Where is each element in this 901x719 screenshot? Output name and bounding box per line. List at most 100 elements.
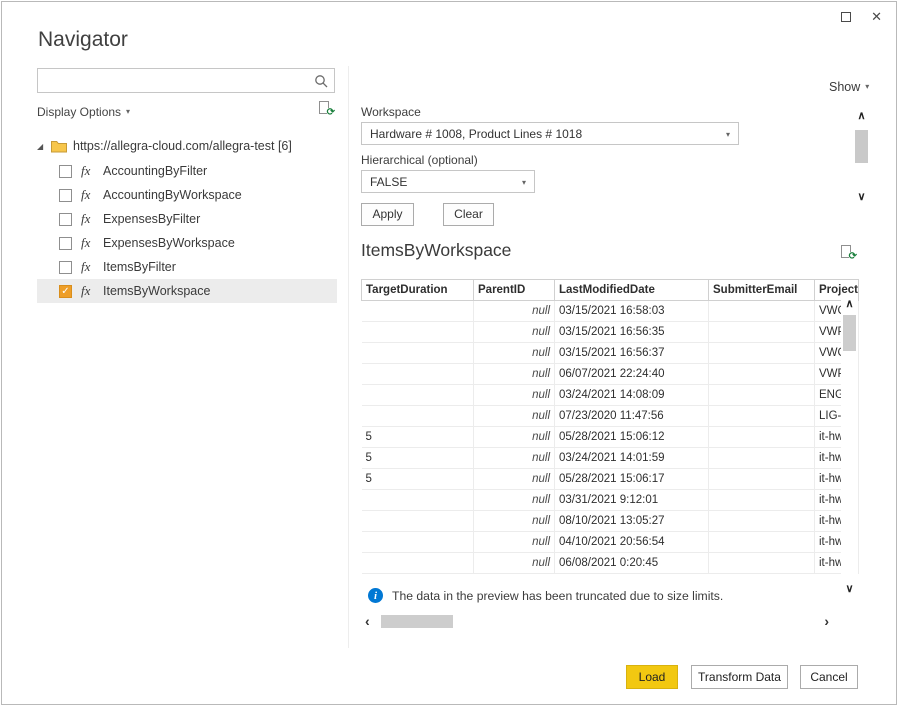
refresh-arrow-icon: ⟳ [327,108,335,118]
refresh-preview-icon[interactable]: ⟳ [841,245,855,261]
tree-item-expensesbyworkspace[interactable]: fxExpensesByWorkspace [37,231,337,255]
table-cell: null [474,406,555,427]
tree-expand-icon[interactable]: ◢ [37,142,51,151]
cancel-button[interactable]: Cancel [800,665,858,689]
hierarchical-dropdown-value: FALSE [370,175,407,189]
table-row: null03/15/2021 16:56:37VWGC-1 [362,343,859,364]
table-cell: null [474,364,555,385]
table-row: null08/10/2021 13:05:27it-hw-5 [362,511,859,532]
checkbox-unchecked[interactable] [59,261,72,274]
scroll-down-icon[interactable]: ∨ [841,584,858,595]
table-cell: 03/15/2021 16:56:35 [555,322,709,343]
tree-root-label: https://allegra-cloud.com/allegra-test [… [73,139,292,153]
table-cell: null [474,490,555,511]
table-cell: null [474,448,555,469]
apply-button[interactable]: Apply [361,203,414,226]
tree-item-accountingbyworkspace[interactable]: fxAccountingByWorkspace [37,183,337,207]
hierarchical-dropdown[interactable]: FALSE ▾ [361,170,535,193]
checkbox-unchecked[interactable] [59,213,72,226]
table-cell [709,343,815,364]
table-cell: 5 [362,469,474,490]
function-icon: fx [81,259,98,275]
maximize-icon[interactable] [841,12,851,22]
table-cell [709,427,815,448]
tree-item-accountingbyfilter[interactable]: fxAccountingByFilter [37,159,337,183]
preview-table-head-row: TargetDurationParentIDLastModifiedDateSu… [362,280,859,301]
checkbox-unchecked[interactable] [59,189,72,202]
load-button[interactable]: Load [626,665,678,689]
tree-item-label: ExpensesByFilter [103,212,200,226]
tree-items: fxAccountingByFilterfxAccountingByWorksp… [37,159,337,303]
chevron-down-icon: ▾ [126,108,130,116]
tree-item-itemsbyfilter[interactable]: fx ItemsByFilter [37,255,337,279]
scroll-up-icon[interactable]: ∧ [853,111,870,122]
checkbox-unchecked[interactable] [59,237,72,250]
table-cell [709,364,815,385]
preview-title: ItemsByWorkspace [361,240,511,261]
scroll-down-icon[interactable]: ∨ [853,192,870,203]
table-cell: 04/10/2021 20:56:54 [555,532,709,553]
scrollbar-thumb[interactable] [855,130,868,163]
scrollbar-thumb[interactable] [843,315,856,351]
tree-item-itemsbyworkspace[interactable]: ✓fxItemsByWorkspace [37,279,337,303]
panel-vertical-scrollbar[interactable]: ∧ ∨ [853,111,870,203]
window-controls: ✕ [841,10,882,23]
preview-vertical-scrollbar[interactable]: ∧ ∨ [841,297,858,597]
truncation-notice: i The data in the preview has been trunc… [368,588,723,603]
info-icon: i [368,588,383,603]
table-cell: null [474,343,555,364]
table-row: null07/23/2020 11:47:56LIG-1 [362,406,859,427]
scroll-right-icon[interactable]: › [824,614,829,628]
tree-root-node[interactable]: ◢ https://allegra-cloud.com/allegra-test… [37,133,337,159]
table-cell [362,511,474,532]
table-cell: null [474,427,555,448]
table-cell [709,511,815,532]
tree-item-label: ItemsByFilter [103,260,176,274]
function-icon: fx [81,187,98,203]
scroll-up-icon[interactable]: ∧ [841,299,858,310]
table-row: 5null03/24/2021 14:01:59it-hw-2 [362,448,859,469]
chevron-down-icon: ▾ [865,83,869,91]
table-cell [362,532,474,553]
table-cell [709,322,815,343]
table-cell: null [474,385,555,406]
scroll-left-icon[interactable]: ‹ [365,614,370,628]
table-row: null03/24/2021 14:08:09ENG-1 [362,385,859,406]
workspace-dropdown[interactable]: Hardware # 1008, Product Lines # 1018 ▾ [361,122,739,145]
page-title: Navigator [38,28,128,52]
refresh-icon[interactable]: ⟳ [319,101,333,117]
table-cell: null [474,532,555,553]
table-cell: 5 [362,427,474,448]
tree-item-expensesbyfilter[interactable]: fxExpensesByFilter [37,207,337,231]
preview-horizontal-scrollbar[interactable]: ‹ › [361,613,833,631]
navigation-tree: ◢ https://allegra-cloud.com/allegra-test… [37,133,337,303]
table-cell [362,364,474,385]
search-icon[interactable] [314,74,328,93]
table-cell [362,406,474,427]
table-cell [362,385,474,406]
clear-button[interactable]: Clear [443,203,494,226]
navigator-dialog: ✕ Navigator Display Options ▾ ⟳ ◢ h [1,1,897,705]
table-cell [709,406,815,427]
table-row: 5null05/28/2021 15:06:17it-hw-3 [362,469,859,490]
table-cell: 03/31/2021 9:12:01 [555,490,709,511]
search-box [37,68,335,93]
scrollbar-thumb[interactable] [381,615,453,628]
checkbox-checked[interactable]: ✓ [59,285,72,298]
transform-data-button[interactable]: Transform Data [691,665,788,689]
show-menu[interactable]: Show ▾ [829,80,869,94]
hierarchical-label: Hierarchical (optional) [361,153,478,167]
table-cell [362,322,474,343]
workspace-label: Workspace [361,105,421,119]
table-cell [709,532,815,553]
chevron-down-icon: ▾ [522,179,526,187]
table-cell: null [474,322,555,343]
table-cell [709,385,815,406]
display-options-menu[interactable]: Display Options ▾ ⟳ [37,103,335,121]
table-row: null06/08/2021 0:20:45it-hw-7 [362,553,859,574]
search-input[interactable] [38,69,334,92]
table-cell [709,553,815,574]
checkbox-unchecked[interactable] [59,165,72,178]
close-icon[interactable]: ✕ [871,10,882,23]
preview-table: TargetDurationParentIDLastModifiedDateSu… [361,279,859,574]
